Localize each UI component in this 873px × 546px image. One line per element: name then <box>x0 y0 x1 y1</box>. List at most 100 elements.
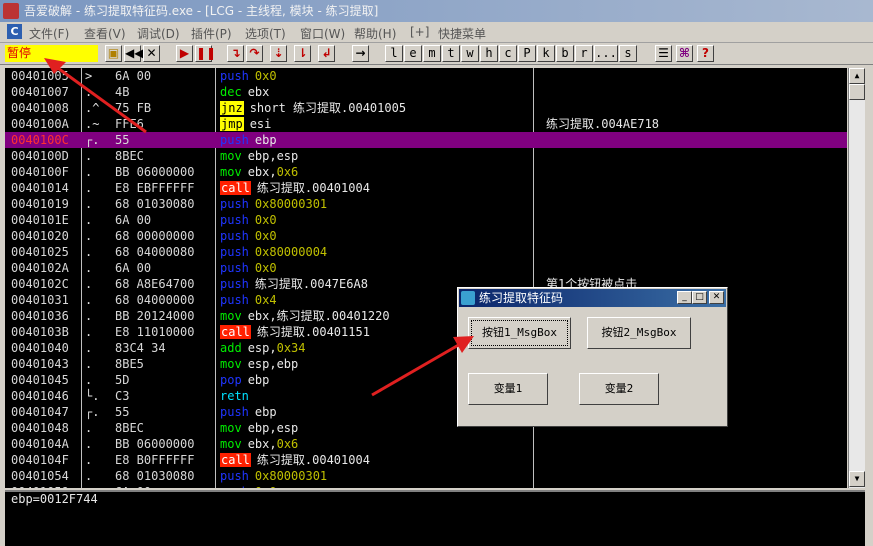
row-hex-bytes: BB 20124000 <box>115 309 195 323</box>
toolbar-btn-breakpoints[interactable]: b <box>556 45 574 62</box>
disasm-row[interactable]: 00401014. E8 EBFFFFFF call 练习提取.00401004 <box>5 180 847 196</box>
disasm-row[interactable]: 00401054. 68 01030080 push 0x80000301 <box>5 468 847 484</box>
run-icon[interactable]: ▶ <box>176 45 193 62</box>
row-mnemonic: push <box>220 293 249 307</box>
row-hex-bytes: 75 FB <box>115 101 152 115</box>
row-flow-marker: . <box>85 309 93 323</box>
row-hex-bytes: BB 06000000 <box>115 165 195 179</box>
execute-till-return-icon[interactable]: ↲ <box>318 45 335 62</box>
disasm-row[interactable]: 00401020. 68 00000000 push 0x0 <box>5 228 847 244</box>
rewind-icon[interactable]: ◀◀ <box>124 45 143 62</box>
help-icon[interactable]: ? <box>697 45 714 62</box>
disasm-row[interactable]: 0040104A. BB 06000000 mov ebx,0x6 <box>5 436 847 452</box>
menu-shortcuts[interactable]: 快捷菜单 <box>438 25 486 42</box>
disasm-row[interactable]: 0040100A .~ FFE6 jmp esi 练习提取.004AE718 <box>5 116 847 132</box>
open-icon[interactable]: ▣ <box>105 45 122 62</box>
row-operands: 0x80000004 <box>255 245 327 259</box>
toolbar-btn-log[interactable]: l <box>385 45 403 62</box>
toolbar-btn-executables[interactable]: e <box>404 45 422 62</box>
disassembly-scrollbar[interactable]: ▲ ▼ <box>848 68 865 488</box>
row-flow-marker: └. <box>85 389 100 403</box>
row-instruction: call 练习提取.00401151 <box>219 324 371 340</box>
toolbar-btn-windows[interactable]: w <box>461 45 479 62</box>
row-address: 00401005 <box>11 69 69 83</box>
row-instruction: push 0x80000301 <box>219 468 328 484</box>
toolbar-btn-references[interactable]: r <box>575 45 593 62</box>
maximize-icon[interactable]: □ <box>692 291 707 304</box>
pause-icon[interactable]: ❚❚ <box>195 45 216 62</box>
row-instruction: add esp,0x34 <box>219 340 307 356</box>
disasm-row[interactable]: 0040102A. 6A 00 push 0x0 <box>5 260 847 276</box>
menu-options[interactable]: 选项(T) <box>245 25 286 42</box>
row-instruction: push 0x0 <box>219 68 278 84</box>
menu-plus[interactable]: [+] <box>410 25 429 39</box>
row-mnemonic: call <box>220 325 251 339</box>
minimize-icon[interactable]: _ <box>677 291 692 304</box>
row-operands: 练习提取.00401004 <box>256 181 370 195</box>
immediate-value: 0x6 <box>276 437 299 451</box>
menu-plugins[interactable]: 插件(P) <box>191 25 232 42</box>
row-operands: ebx,0x6 <box>247 165 299 179</box>
disasm-row[interactable]: 0040100F. BB 06000000 mov ebx,0x6 <box>5 164 847 180</box>
step-into-icon[interactable]: ↴ <box>227 45 244 62</box>
row-flow-marker: . <box>85 357 93 371</box>
close-icon[interactable]: ✕ <box>709 291 724 304</box>
row-hex-bytes: 6A 00 <box>115 261 152 275</box>
row-flow-marker: ┌. <box>85 405 100 419</box>
menu-file[interactable]: 文件(F) <box>29 25 69 42</box>
disasm-row[interactable]: 0040101E. 6A 00 push 0x0 <box>5 212 847 228</box>
dialog-titlebar[interactable]: 练习提取特征码 _ □ ✕ <box>459 289 726 307</box>
step-over-icon[interactable]: ↷ <box>246 45 263 62</box>
msgbox1-button[interactable]: 按钮1_MsgBox <box>468 317 571 349</box>
row-instruction: push 0x0 <box>219 484 278 488</box>
disasm-row[interactable]: 00401007. 4B dec ebx <box>5 84 847 100</box>
row-hex-bytes: 6A 00 <box>115 213 152 227</box>
immediate-value: 0x0 <box>254 213 277 227</box>
scroll-down-icon[interactable]: ▼ <box>849 471 865 487</box>
msgbox2-button[interactable]: 按钮2_MsgBox <box>587 317 691 349</box>
scroll-thumb[interactable] <box>849 84 865 100</box>
toolbar-btn-patches[interactable]: P <box>518 45 536 62</box>
disasm-row[interactable]: 0040100C ┌. 55 push ebp <box>5 132 847 148</box>
menu-debug[interactable]: 调试(D) <box>137 25 180 42</box>
toolbar-btn-memory[interactable]: m <box>423 45 441 62</box>
toolbar-btn-cpu[interactable]: c <box>499 45 517 62</box>
row-address: 0040100A <box>11 117 69 131</box>
row-flow-marker: . <box>85 437 93 451</box>
disasm-row[interactable]: 0040104F. E8 B0FFFFFF call 练习提取.00401004 <box>5 452 847 468</box>
row-mnemonic: mov <box>220 149 242 163</box>
row-address: 0040102C <box>11 277 69 291</box>
toolbar-btn-handles[interactable]: h <box>480 45 498 62</box>
menu-window[interactable]: 窗口(W) <box>300 25 345 42</box>
toolbar-btn-threads[interactable]: t <box>442 45 460 62</box>
row-mnemonic: push <box>220 229 249 243</box>
disasm-row[interactable]: 0040100D. 8BEC mov ebp,esp <box>5 148 847 164</box>
row-operands: 练习提取.00401151 <box>256 325 370 339</box>
scroll-up-icon[interactable]: ▲ <box>849 68 865 84</box>
toolbar-btn-source[interactable]: s <box>619 45 637 62</box>
disasm-row[interactable]: 00401019. 68 01030080 push 0x80000301 <box>5 196 847 212</box>
disasm-row[interactable]: 00401008 .^ 75 FB jnz short 练习提取.00401005 <box>5 100 847 116</box>
variable2-button[interactable]: 变量2 <box>579 373 659 405</box>
patches-icon[interactable]: ⌘ <box>676 45 693 62</box>
menu-view[interactable]: 查看(V) <box>84 25 126 42</box>
goto-icon[interactable]: → <box>352 45 369 62</box>
cpu-window-icon[interactable]: C <box>7 24 22 39</box>
immediate-value: 0x0 <box>254 229 277 243</box>
row-address: 00401054 <box>11 469 69 483</box>
windows-list-icon[interactable]: ☰ <box>655 45 672 62</box>
trace-over-icon[interactable]: ⇂ <box>294 45 311 62</box>
toolbar-btn-callstack[interactable]: k <box>537 45 555 62</box>
toolbar-btn-runtrace[interactable]: ... <box>594 45 618 62</box>
variable1-button[interactable]: 变量1 <box>468 373 548 405</box>
trace-into-icon[interactable]: ⇣ <box>270 45 287 62</box>
close-icon[interactable]: ✕ <box>143 45 160 62</box>
row-mnemonic: mov <box>220 165 242 179</box>
row-operands: 0x80000301 <box>255 197 327 211</box>
disasm-row[interactable]: 00401025. 68 04000080 push 0x80000004 <box>5 244 847 260</box>
menu-help[interactable]: 帮助(H) <box>354 25 396 42</box>
disasm-row[interactable]: 00401059. 6A 00 push 0x0 <box>5 484 847 488</box>
row-instruction: call 练习提取.00401004 <box>219 452 371 468</box>
disasm-row[interactable]: 00401005 >6A 00 push 0x0 <box>5 68 847 84</box>
row-flow-marker: . <box>85 165 93 179</box>
